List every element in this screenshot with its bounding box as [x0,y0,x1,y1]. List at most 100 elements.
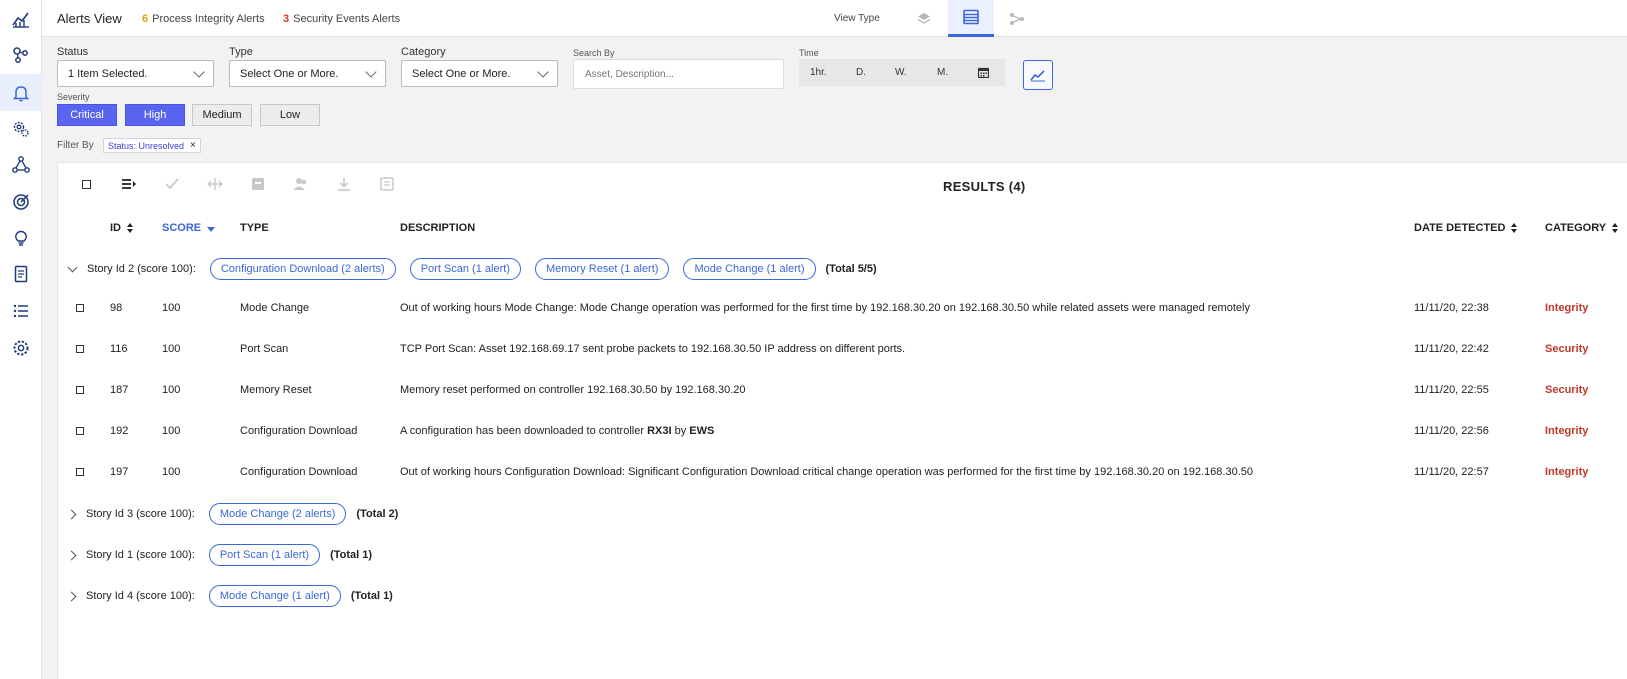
list-icon[interactable] [0,292,42,329]
chevron-down-icon[interactable] [67,262,78,272]
search-by-label: Search By [573,48,615,58]
status-select[interactable]: 1 Item Selected. [57,60,214,87]
story-total: (Total 5/5) [825,263,877,275]
chevron-right-icon[interactable] [66,509,77,519]
active-filter-chip: Status: Unresolved × [103,138,201,153]
expand-list-icon[interactable] [118,173,140,195]
table-row[interactable]: 98 100 Mode Change Out of working hours … [58,299,1627,319]
story-total: (Total 1) [350,590,393,602]
calendar-icon[interactable] [978,67,989,78]
chart-toggle-button[interactable] [1023,60,1053,90]
chevron-down-icon [537,65,549,78]
layers-icon [917,12,931,24]
page-title: Alerts View [57,11,122,26]
category-select[interactable]: Select One or More. [401,60,558,87]
table-row[interactable]: 116 100 Port Scan TCP Port Scan: Asset 1… [58,340,1627,360]
type-label: Type [229,46,253,58]
analytics-icon[interactable] [0,0,42,37]
column-id[interactable]: ID [110,222,134,234]
select-all-checkbox[interactable] [75,173,97,195]
severity-high-button[interactable]: High [125,104,185,126]
status-label: Status [57,46,89,58]
story-group[interactable]: Story Id 1 (score 100): Port Scan (1 ale… [66,543,373,567]
category-label: Category [401,46,446,58]
gears-icon[interactable] [0,110,42,147]
assign-user-icon[interactable] [290,173,312,195]
row-checkbox[interactable] [76,427,84,435]
story-total: (Total 1) [330,549,373,561]
type-select[interactable]: Select One or More. [229,60,386,87]
story-chip[interactable]: Mode Change (1 alert) [208,585,341,607]
lightbulb-icon[interactable] [0,219,42,256]
story-chip[interactable]: Port Scan (1 alert) [208,544,321,566]
remove-filter-icon[interactable]: × [190,140,196,151]
layers-view-button[interactable] [901,0,947,37]
column-description[interactable]: DESCRIPTION [400,222,475,234]
security-events-count[interactable]: 3 Security Events Alerts [283,13,400,25]
row-checkbox[interactable] [76,386,84,394]
sort-icon [1511,223,1518,233]
left-navigation-rail [0,0,42,679]
row-checkbox[interactable] [76,468,84,476]
time-label: Time [799,48,819,58]
story-chip[interactable]: Memory Reset (1 alert) [534,258,670,280]
story-total: (Total 2) [356,508,399,520]
results-panel: RESULTS (4) ID SCORE TYPE DESCRIPTION DA… [57,162,1627,679]
sort-icon [1612,223,1619,233]
report-icon[interactable] [376,173,398,195]
chevron-right-icon[interactable] [66,591,77,601]
archive-icon[interactable] [247,173,269,195]
severity-critical-button[interactable]: Critical [57,104,117,126]
search-input[interactable] [573,59,784,89]
resolve-check-icon[interactable] [161,173,183,195]
severity-label: Severity [57,92,90,102]
results-title: RESULTS (4) [943,179,1026,194]
graph-view-button[interactable] [994,0,1040,37]
story-group[interactable]: Story Id 3 (score 100): Mode Change (2 a… [66,502,399,526]
severity-low-button[interactable]: Low [260,104,320,126]
top-bar: Alerts View 6 Process Integrity Alerts 3S… [42,0,1627,37]
table-row[interactable]: 192 100 Configuration Download A configu… [58,422,1627,442]
row-checkbox[interactable] [76,345,84,353]
chevron-down-icon [193,65,205,78]
story-chip[interactable]: Mode Change (1 alert) [683,258,816,280]
process-integrity-count[interactable]: 6 Process Integrity Alerts [142,13,265,25]
story-group[interactable]: Story Id 2 (score 100): Configuration Do… [67,257,877,281]
list-view-button[interactable] [948,0,994,37]
filter-by-label: Filter By [57,140,94,151]
line-chart-icon [1030,70,1045,82]
sort-desc-icon [207,226,216,232]
chevron-down-icon [365,65,377,78]
time-option-day[interactable]: D. [856,67,866,78]
report-icon[interactable] [0,255,42,292]
view-type-label: View Type [834,13,880,24]
table-row[interactable]: 187 100 Memory Reset Memory reset perfor… [58,381,1627,401]
column-type[interactable]: TYPE [240,222,269,234]
bell-icon[interactable] [0,74,42,111]
topology-icon[interactable] [0,146,42,183]
story-chip[interactable]: Port Scan (1 alert) [409,258,521,280]
row-description: A configuration has been downloaded to c… [400,425,715,437]
story-chip[interactable]: Configuration Download (2 alerts) [209,258,396,280]
graph-view-icon [1010,12,1024,25]
chevron-right-icon[interactable] [66,550,77,560]
sort-icon [127,223,134,233]
time-range-selector: 1hr. D. W. M. [799,59,1005,86]
download-icon[interactable] [333,173,355,195]
row-checkbox[interactable] [76,304,84,312]
story-group[interactable]: Story Id 4 (score 100): Mode Change (1 a… [66,584,393,608]
time-option-1hr[interactable]: 1hr. [810,67,827,78]
column-date-detected[interactable]: DATE DETECTED [1414,222,1518,234]
column-category[interactable]: CATEGORY [1545,222,1619,234]
list-view-icon [963,9,979,25]
table-row[interactable]: 197 100 Configuration Download Out of wo… [58,463,1627,483]
target-icon[interactable] [0,183,42,220]
settings-icon[interactable] [0,329,42,366]
story-chip[interactable]: Mode Change (2 alerts) [208,503,347,525]
column-score[interactable]: SCORE [162,222,216,234]
severity-medium-button[interactable]: Medium [192,104,252,126]
time-option-week[interactable]: W. [895,67,907,78]
network-icon[interactable] [0,36,42,73]
time-option-month[interactable]: M. [937,67,948,78]
merge-icon[interactable] [204,173,226,195]
